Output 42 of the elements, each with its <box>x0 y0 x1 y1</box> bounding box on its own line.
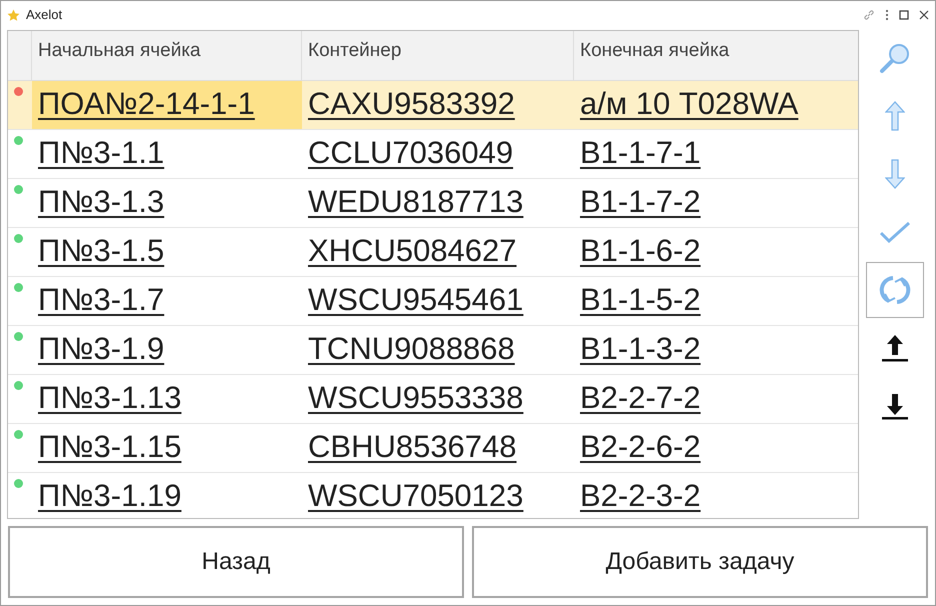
maximize-icon[interactable] <box>899 10 909 20</box>
cell-link[interactable]: В1-1-3-2 <box>580 331 701 366</box>
cell-link[interactable]: П№3-1.3 <box>38 184 164 219</box>
cell-link[interactable]: П№3-1.13 <box>38 380 182 415</box>
cell-link[interactable]: WSCU9553338 <box>308 380 524 415</box>
cell-link[interactable]: WSCU7050123 <box>308 478 524 513</box>
cell-link[interactable]: В2-2-7-2 <box>580 380 701 415</box>
download-icon <box>880 391 910 421</box>
cell-link[interactable]: П№3-1.5 <box>38 233 164 268</box>
column-header[interactable]: Контейнер <box>308 40 402 61</box>
star-icon <box>7 8 20 22</box>
cell-link[interactable]: В1-1-5-2 <box>580 282 701 317</box>
column-header[interactable]: Конечная ячейка <box>580 40 730 61</box>
cell-link[interactable]: В1-1-7-2 <box>580 184 701 219</box>
cell-link[interactable]: П№3-1.1 <box>38 135 164 170</box>
cell-link[interactable]: CCLU7036049 <box>308 135 514 170</box>
link-icon[interactable] <box>863 9 875 21</box>
cell-link[interactable]: П№3-1.15 <box>38 429 182 464</box>
upload-icon <box>880 333 910 363</box>
cell-link[interactable]: В2-2-6-2 <box>580 429 701 464</box>
cell-link[interactable]: В1-1-6-2 <box>580 233 701 268</box>
window-title: Axelot <box>26 6 62 24</box>
cell-link[interactable]: В1-1-7-1 <box>580 135 701 170</box>
action-button[interactable]: Назад <box>8 526 464 598</box>
arrow-down-icon <box>885 159 905 189</box>
cell-link[interactable]: В2-2-3-2 <box>580 478 701 513</box>
more-icon[interactable] <box>885 9 889 21</box>
arrow-up-icon <box>885 101 905 131</box>
cell-link[interactable]: П№3-1.19 <box>38 478 182 513</box>
cell-link[interactable]: XHCU5084627 <box>308 233 517 268</box>
refresh-icon <box>879 274 911 306</box>
cell-link[interactable]: TCNU9088868 <box>308 331 515 366</box>
checkmark-icon <box>880 221 910 243</box>
action-button[interactable]: Добавить задачу <box>472 526 928 598</box>
close-icon[interactable] <box>919 10 929 20</box>
cell-link[interactable]: WSCU9545461 <box>308 282 524 317</box>
search-icon <box>878 41 912 75</box>
cell-link[interactable]: CBHU8536748 <box>308 429 517 464</box>
cell-link[interactable]: WEDU8187713 <box>308 184 524 219</box>
cell-link[interactable]: П№3-1.9 <box>38 331 164 366</box>
column-header[interactable]: Начальная ячейка <box>38 40 201 61</box>
cell-link[interactable]: П№3-1.7 <box>38 282 164 317</box>
